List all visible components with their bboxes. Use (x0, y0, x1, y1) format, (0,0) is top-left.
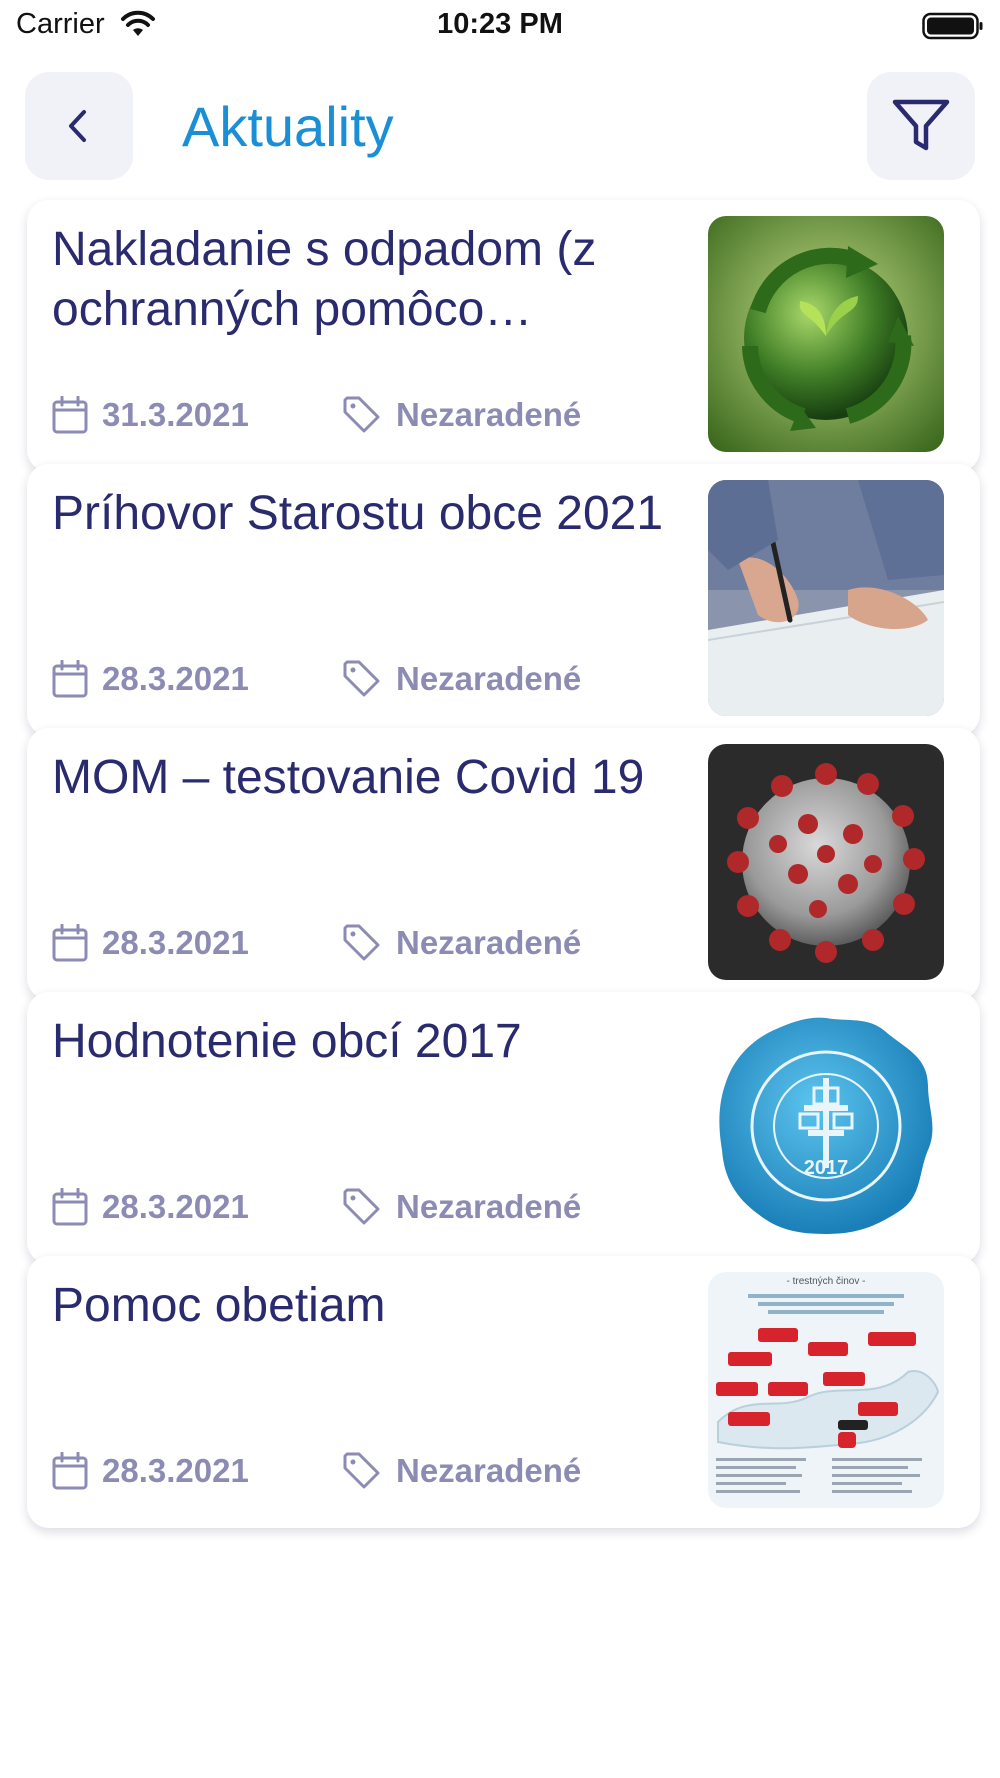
svg-text:2017: 2017 (804, 1157, 849, 1179)
article-title: MOM – testovanie Covid 19 (52, 751, 645, 804)
tag-icon (343, 1188, 380, 1225)
tag-icon (343, 660, 380, 697)
calendar-icon (52, 1452, 88, 1490)
filter-icon (892, 99, 950, 151)
article-meta: 28.3.2021 Nezaradené (52, 1451, 581, 1491)
article-category: Nezaradené (396, 924, 582, 961)
calendar-icon (52, 396, 88, 434)
article-meta: 28.3.2021 Nezaradené (52, 659, 581, 699)
filter-button[interactable] (867, 72, 975, 180)
victims-help-map-image: - trestných činov - (708, 1272, 944, 1508)
article-title: Príhovor Starostu obce 2021 (52, 487, 664, 540)
article-category: Nezaradené (396, 396, 582, 433)
coronavirus-image (708, 744, 944, 980)
article-category: Nezaradené (396, 1188, 582, 1225)
article-date: 28.3.2021 (102, 924, 249, 961)
page-title: Aktuality (182, 95, 394, 158)
poster-heading: - trestných činov - (787, 1276, 866, 1287)
tag-icon (343, 396, 380, 433)
article-card[interactable]: Hodnotenie obcí 2017 28.3.2021 Nezaraden… (27, 992, 980, 1264)
article-card[interactable]: MOM – testovanie Covid 19 28.3.2021 Neza… (27, 728, 980, 1000)
article-title: Hodnotenie obcí 2017 (52, 1015, 522, 1068)
article-date: 28.3.2021 (102, 1188, 249, 1225)
article-title: Nakladanie s odpadom (z ochranných pomôc… (52, 223, 597, 336)
recycling-earth-image (708, 216, 944, 452)
chevron-left-icon (69, 110, 86, 142)
article-card[interactable]: Nakladanie s odpadom (z ochranných pomôc… (27, 200, 980, 472)
article-card[interactable]: Pomoc obetiam 28.3.2021 Nezaradené - tre… (27, 1256, 980, 1528)
article-meta: 28.3.2021 Nezaradené (52, 923, 581, 963)
tag-icon (343, 1452, 380, 1489)
article-title: Pomoc obetiam (52, 1279, 386, 1332)
article-card[interactable]: Príhovor Starostu obce 2021 28.3.2021 Ne… (27, 464, 980, 736)
status-bar: Carrier 10:23 PM (0, 0, 1000, 50)
tag-icon (343, 924, 380, 961)
status-time: 10:23 PM (437, 8, 563, 40)
list-bottom-spacer (0, 1690, 1000, 1778)
article-date: 31.3.2021 (102, 396, 249, 433)
calendar-icon (52, 924, 88, 962)
article-meta: 31.3.2021 Nezaradené (52, 395, 581, 435)
article-date: 28.3.2021 (102, 1452, 249, 1489)
award-seal-image: 2017 (708, 1008, 944, 1244)
article-category: Nezaradené (396, 660, 582, 697)
calendar-icon (52, 660, 88, 698)
writing-hand-image (708, 480, 944, 716)
article-category: Nezaradené (396, 1452, 582, 1489)
header: Aktuality (0, 72, 1000, 182)
article-meta: 28.3.2021 Nezaradené (52, 1187, 581, 1227)
calendar-icon (52, 1188, 88, 1226)
battery-icon (922, 12, 984, 45)
article-date: 28.3.2021 (102, 660, 249, 697)
back-button[interactable] (25, 72, 133, 180)
